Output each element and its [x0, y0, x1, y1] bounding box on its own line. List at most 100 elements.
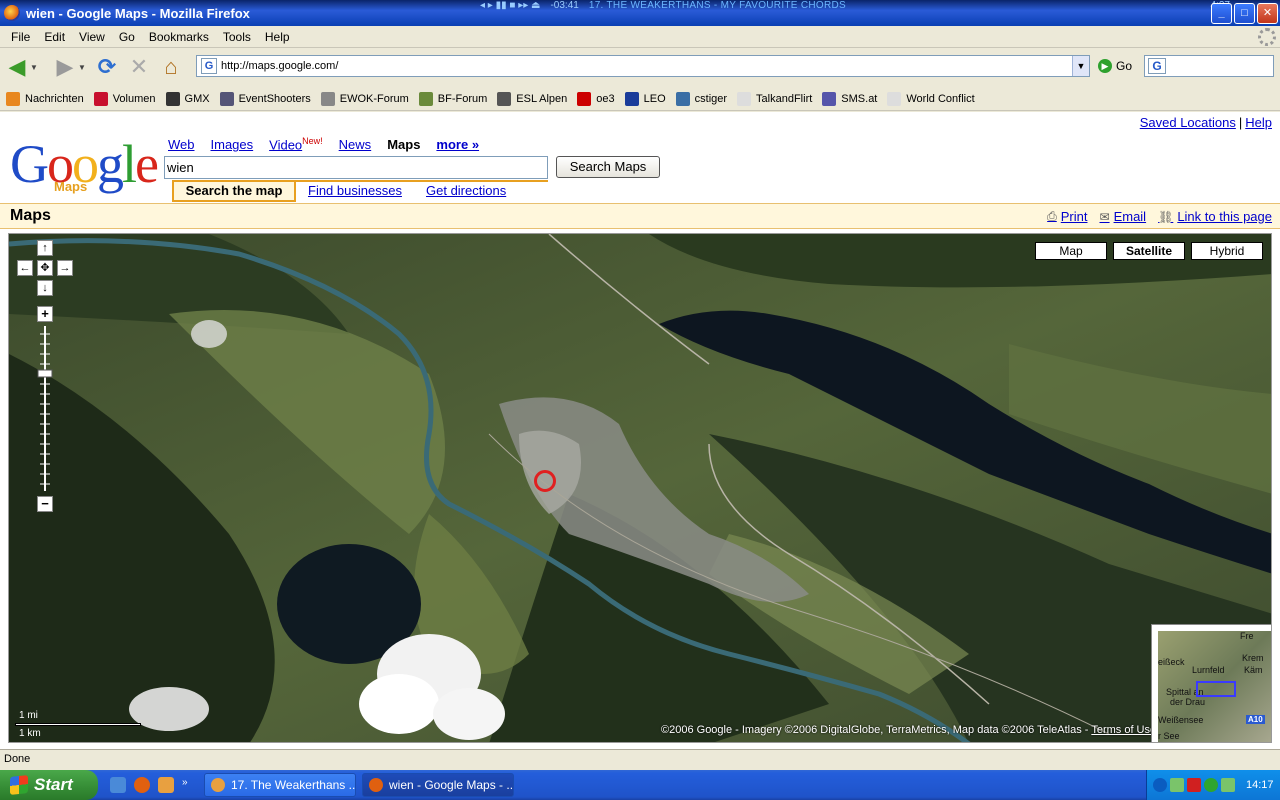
flag-icon: [624, 91, 639, 106]
map-viewport[interactable]: Map Satellite Hybrid ↑ ← ✥ → ↓ + − 1 mi …: [8, 233, 1272, 743]
top-links: Saved Locations | Help: [1140, 115, 1272, 130]
task-label: wien - Google Maps - ...: [389, 778, 514, 792]
location-marker-icon[interactable]: [534, 470, 556, 492]
satellite-imagery[interactable]: [9, 234, 1272, 743]
nav-news-link[interactable]: News: [339, 137, 372, 152]
menu-edit[interactable]: Edit: [37, 30, 72, 44]
antivirus-icon[interactable]: [1187, 778, 1201, 792]
bookmark-item[interactable]: Nachrichten: [6, 91, 84, 106]
nav-web-link[interactable]: Web: [168, 137, 195, 152]
map-type-satellite-button[interactable]: Satellite: [1113, 242, 1185, 260]
bookmark-item[interactable]: BF-Forum: [418, 91, 487, 106]
google-search-icon[interactable]: G: [1148, 58, 1166, 74]
help-link[interactable]: Help: [1245, 115, 1272, 130]
link-to-page-link[interactable]: ⛓ Link to this page: [1158, 209, 1272, 224]
start-label: Start: [34, 775, 73, 794]
stop-icon[interactable]: ✕: [126, 54, 152, 80]
reload-icon[interactable]: ⟳: [94, 54, 120, 80]
task-winamp[interactable]: 17. The Weakerthans ...: [204, 773, 356, 797]
url-bar[interactable]: G http://maps.google.com/ ▼: [196, 55, 1090, 77]
email-link[interactable]: ✉ Email: [1100, 209, 1147, 224]
tab-get-directions[interactable]: Get directions: [426, 182, 506, 202]
tab-search-the-map[interactable]: Search the map: [172, 182, 296, 202]
menu-tools[interactable]: Tools: [216, 30, 258, 44]
saved-locations-link[interactable]: Saved Locations: [1140, 115, 1236, 130]
task-firefox[interactable]: wien - Google Maps - ...: [362, 773, 514, 797]
bookmark-item[interactable]: SMS.at: [822, 91, 877, 106]
menu-bookmarks[interactable]: Bookmarks: [142, 30, 216, 44]
firefox-quicklaunch-icon[interactable]: [134, 777, 150, 793]
pan-right-icon[interactable]: →: [57, 260, 73, 276]
task-firefox-icon: [369, 778, 383, 792]
zoom-slider[interactable]: [37, 326, 53, 496]
overview-label: der Drau: [1170, 697, 1206, 707]
maximize-button[interactable]: □: [1234, 3, 1255, 24]
home-icon[interactable]: ⌂: [158, 54, 184, 80]
media-player-strip: ◂ ▸ ▮▮ ■ ▸▸ ⏏ -03:41 17. THE WEAKERTHANS…: [480, 0, 846, 14]
copyright-text: ©2006 Google - Imagery ©2006 DigitalGlob…: [661, 724, 1092, 736]
pan-left-icon[interactable]: ←: [17, 260, 33, 276]
tray-expand-icon[interactable]: [1153, 778, 1167, 792]
minimize-button[interactable]: _: [1211, 3, 1232, 24]
nav-images-link[interactable]: Images: [211, 137, 254, 152]
print-link[interactable]: ⎙ Print: [1047, 209, 1087, 224]
status-bar: Done: [0, 749, 1280, 770]
scale-km: 1 km: [19, 728, 41, 739]
search-maps-button[interactable]: Search Maps: [556, 156, 660, 178]
zoom-out-icon[interactable]: −: [37, 496, 53, 512]
bookmark-item[interactable]: GMX: [165, 91, 210, 106]
bookmark-item[interactable]: EWOK-Forum: [320, 91, 409, 106]
wireless-icon[interactable]: [1221, 778, 1235, 792]
overview-viewport-box[interactable]: [1196, 681, 1236, 697]
bookmark-item[interactable]: Volumen: [93, 91, 156, 106]
search-engine-box[interactable]: G: [1144, 55, 1274, 77]
menu-help[interactable]: Help: [258, 30, 297, 44]
bookmark-item[interactable]: LEO: [624, 91, 666, 106]
nav-more-link[interactable]: more »: [436, 137, 479, 152]
google-services-nav: Web Images VideoNew! News Maps more »: [168, 136, 479, 152]
bookmark-item[interactable]: TalkandFlirt: [737, 91, 812, 106]
map-type-hybrid-button[interactable]: Hybrid: [1191, 242, 1263, 260]
bookmarks-toolbar: Nachrichten Volumen GMX EventShooters EWOK-F…: [0, 87, 1280, 111]
bookmark-item[interactable]: ESL Alpen: [497, 91, 568, 106]
map-search-input[interactable]: wien: [164, 156, 548, 179]
start-button[interactable]: Start: [0, 770, 98, 800]
bookmark-item[interactable]: EventShooters: [219, 91, 311, 106]
printer-icon: ⎙: [1047, 209, 1057, 223]
google-maps-logo[interactable]: Google Maps: [10, 136, 160, 196]
windows-taskbar: Start » 17. The Weakerthans ... wien - G…: [0, 770, 1280, 800]
back-dropdown-icon[interactable]: ▼: [30, 63, 40, 72]
menu-go[interactable]: Go: [112, 30, 142, 44]
pan-up-icon[interactable]: ↑: [37, 240, 53, 256]
bookmark-label: ESL Alpen: [516, 92, 568, 105]
menu-view[interactable]: View: [72, 30, 112, 44]
bookmark-item[interactable]: oe3: [577, 91, 615, 106]
winamp-icon[interactable]: [158, 777, 174, 793]
network-icon[interactable]: [1170, 778, 1184, 792]
quicklaunch-expand-icon[interactable]: »: [182, 777, 198, 793]
pan-center-icon[interactable]: ✥: [37, 260, 53, 276]
player-controls-icon[interactable]: ◂ ▸ ▮▮ ■ ▸▸ ⏏: [480, 0, 540, 14]
bookmark-item[interactable]: World Conflict: [887, 91, 975, 106]
overview-map[interactable]: Fre eißeck Krem Käm Lurnfeld Spittal an …: [1151, 624, 1271, 742]
forward-dropdown-icon[interactable]: ▼: [78, 63, 88, 72]
map-type-map-button[interactable]: Map: [1035, 242, 1107, 260]
map-copyright: ©2006 Google - Imagery ©2006 DigitalGlob…: [661, 724, 1156, 736]
bookmark-item[interactable]: cstiger: [675, 91, 727, 106]
zoom-in-icon[interactable]: +: [37, 306, 53, 322]
nav-video-link[interactable]: Video: [269, 137, 302, 152]
url-text[interactable]: http://maps.google.com/: [221, 60, 338, 72]
messenger-icon[interactable]: [1204, 778, 1218, 792]
pan-down-icon[interactable]: ↓: [37, 280, 53, 296]
go-button[interactable]: ▶ Go: [1098, 59, 1132, 73]
ie-icon[interactable]: [110, 777, 126, 793]
forward-arrow-icon[interactable]: ▶: [52, 54, 78, 80]
overview-map-image[interactable]: Fre eißeck Krem Käm Lurnfeld Spittal an …: [1158, 631, 1271, 742]
url-dropdown-icon[interactable]: ▼: [1072, 56, 1089, 76]
menu-file[interactable]: File: [4, 30, 37, 44]
close-button[interactable]: ✕: [1257, 3, 1278, 24]
terms-of-use-link[interactable]: Terms of Use: [1091, 724, 1156, 736]
back-arrow-icon[interactable]: ◀: [4, 54, 30, 80]
bars-icon: [93, 91, 108, 106]
tab-find-businesses[interactable]: Find businesses: [308, 182, 402, 202]
